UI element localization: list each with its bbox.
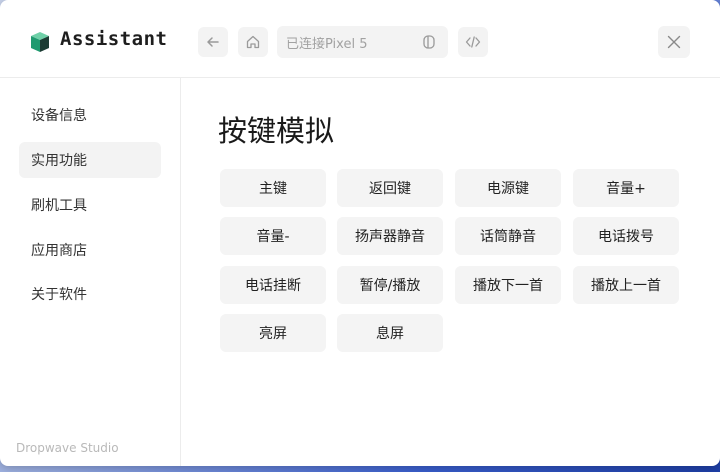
key-button-volume-down[interactable]: 音量-: [220, 217, 326, 255]
sidebar-item-label: 设备信息: [31, 108, 87, 124]
key-button-home[interactable]: 主键: [220, 169, 326, 207]
sidebar-item-app-store[interactable]: 应用商店: [19, 232, 161, 268]
home-icon: [246, 35, 260, 49]
back-button[interactable]: [198, 27, 228, 57]
sidebar-item-label: 应用商店: [31, 243, 87, 259]
app-logo-icon: [31, 32, 49, 52]
sidebar-item-about[interactable]: 关于软件: [19, 276, 161, 312]
code-icon: [465, 36, 481, 48]
device-status-field[interactable]: 已连接Pixel 5: [277, 26, 448, 58]
key-button-speaker-mute[interactable]: 扬声器静音: [337, 217, 443, 255]
key-button-next-track[interactable]: 播放下一首: [455, 266, 561, 304]
key-button-play-pause[interactable]: 暂停/播放: [337, 266, 443, 304]
title-bar: Assistant 已连接Pixel 5: [0, 0, 720, 78]
sidebar-item-flash-tools[interactable]: 刷机工具: [19, 187, 161, 223]
page-title: 按键模拟: [218, 114, 335, 148]
footer-brand: Dropwave Studio: [16, 441, 119, 455]
main-panel: 按键模拟 主键 返回键 电源键 音量+ 音量- 扬声器静音 话筒静音 电话拨号 …: [181, 78, 720, 466]
key-button-call-dial[interactable]: 电话拨号: [573, 217, 679, 255]
sidebar-item-utilities[interactable]: 实用功能: [19, 142, 161, 178]
sidebar: 设备信息 实用功能 刷机工具 应用商店 关于软件: [0, 78, 181, 466]
sidebar-item-label: 刷机工具: [31, 198, 87, 214]
sidebar-item-label: 实用功能: [31, 153, 87, 169]
back-arrow-icon: [207, 37, 219, 47]
device-mode-icon[interactable]: [421, 34, 437, 50]
key-button-previous-track[interactable]: 播放上一首: [573, 266, 679, 304]
key-button-mic-mute[interactable]: 话筒静音: [455, 217, 561, 255]
key-button-volume-up[interactable]: 音量+: [573, 169, 679, 207]
close-icon: [667, 35, 681, 49]
key-button-screen-off[interactable]: 息屏: [337, 314, 443, 352]
key-button-power[interactable]: 电源键: [455, 169, 561, 207]
sidebar-item-device-info[interactable]: 设备信息: [19, 97, 161, 133]
device-status-label: 已连接Pixel 5: [286, 36, 368, 52]
home-button[interactable]: [238, 27, 268, 57]
app-name: Assistant: [60, 28, 168, 50]
key-button-screen-on[interactable]: 亮屏: [220, 314, 326, 352]
key-button-back[interactable]: 返回键: [337, 169, 443, 207]
app-window: Assistant 已连接Pixel 5 设备信息 实用功能 刷机工具 应用商店…: [0, 0, 720, 466]
code-button[interactable]: [458, 27, 488, 57]
key-button-call-end[interactable]: 电话挂断: [220, 266, 326, 304]
close-button[interactable]: [658, 26, 690, 58]
sidebar-item-label: 关于软件: [31, 287, 87, 303]
